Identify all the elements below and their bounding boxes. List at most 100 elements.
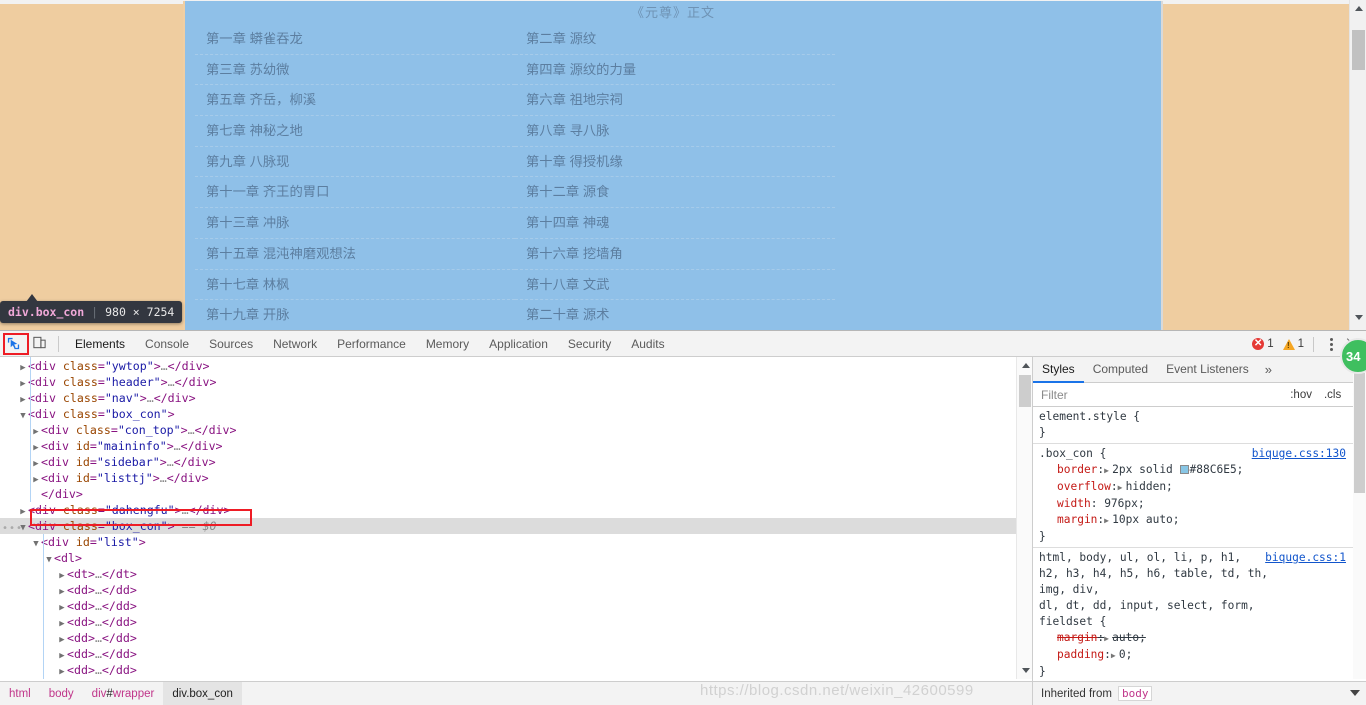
chapter-link[interactable]: 第十二章 源食 bbox=[515, 177, 835, 209]
page-scrollbar-thumb[interactable] bbox=[1352, 30, 1365, 70]
kebab-menu-icon[interactable] bbox=[1323, 337, 1339, 351]
chapter-link[interactable]: 第一章 蟒雀吞龙 bbox=[195, 24, 515, 55]
css-value[interactable]: 2px solid #88C6E5; bbox=[1112, 463, 1243, 476]
dom-node-row[interactable]: </div> bbox=[0, 486, 1032, 502]
dom-node-row[interactable]: <dd>…</dd> bbox=[0, 646, 1032, 662]
device-toolbar-button[interactable] bbox=[26, 332, 52, 356]
chevron-right-icon[interactable] bbox=[57, 664, 67, 679]
css-property[interactable]: margin bbox=[1057, 631, 1097, 644]
tab-console[interactable]: Console bbox=[135, 331, 199, 357]
css-property[interactable]: margin bbox=[1057, 513, 1097, 526]
chapter-link[interactable]: 第八章 寻八脉 bbox=[515, 116, 835, 147]
cls-button[interactable]: .cls bbox=[1318, 389, 1347, 401]
dom-node-row[interactable]: <div id="sidebar">…</div> bbox=[0, 454, 1032, 470]
chapter-link[interactable]: 第七章 神秘之地 bbox=[195, 116, 515, 147]
dom-node-row[interactable]: <dd>…</dd> bbox=[0, 614, 1032, 630]
chapter-link[interactable]: 第十七章 林枫 bbox=[195, 270, 515, 301]
dom-node-row[interactable]: <dd>…</dd> bbox=[0, 662, 1032, 678]
styles-tab-computed[interactable]: Computed bbox=[1084, 357, 1157, 383]
css-property[interactable]: overflow bbox=[1057, 480, 1111, 493]
tab-memory[interactable]: Memory bbox=[416, 331, 479, 357]
expand-shorthand-icon[interactable] bbox=[1104, 513, 1112, 529]
css-declaration[interactable]: padding:0; bbox=[1039, 647, 1366, 664]
styles-scrollbar[interactable] bbox=[1353, 357, 1366, 679]
expand-shorthand-icon[interactable] bbox=[1118, 480, 1126, 496]
css-value[interactable]: auto; bbox=[1112, 631, 1146, 644]
stylesheet-source-link[interactable]: biquge.css:1 bbox=[1265, 550, 1346, 566]
dom-scroll-up-icon[interactable] bbox=[1017, 357, 1032, 374]
chapter-link[interactable]: 第二章 源纹 bbox=[515, 24, 835, 55]
breadcrumb-item[interactable]: html bbox=[0, 682, 40, 705]
chapter-link[interactable]: 第四章 源纹的力量 bbox=[515, 55, 835, 86]
chapter-link[interactable]: 第二十章 源术 bbox=[515, 300, 835, 330]
tab-elements[interactable]: Elements bbox=[65, 331, 135, 357]
dom-scroll-down-icon[interactable] bbox=[1017, 662, 1032, 679]
css-value[interactable]: 0; bbox=[1119, 648, 1132, 661]
expand-shorthand-icon[interactable] bbox=[1104, 463, 1112, 479]
breadcrumb-item[interactable]: div.box_con bbox=[163, 681, 242, 705]
stylesheet-source-link[interactable]: biquge.css:130 bbox=[1252, 446, 1346, 462]
tab-audits[interactable]: Audits bbox=[621, 331, 674, 357]
dom-node-row[interactable]: <div class="header">…</div> bbox=[0, 374, 1032, 390]
css-value[interactable]: 10px auto; bbox=[1112, 513, 1179, 526]
css-property[interactable]: padding bbox=[1057, 648, 1104, 661]
styles-scrollbar-thumb[interactable] bbox=[1354, 373, 1365, 493]
css-property[interactable]: border bbox=[1057, 463, 1097, 476]
dom-node-row[interactable]: <div id="maininfo">…</div> bbox=[0, 438, 1032, 454]
scroll-down-icon[interactable] bbox=[1350, 309, 1366, 326]
css-declaration[interactable]: border:2px solid #88C6E5; bbox=[1039, 462, 1366, 479]
chapter-link[interactable]: 第十八章 文武 bbox=[515, 270, 835, 301]
error-badge[interactable]: ✕ 1 bbox=[1252, 338, 1274, 350]
dom-node-row[interactable]: <dt>…</dt> bbox=[0, 566, 1032, 582]
dom-node-row[interactable]: <div class="box_con"> == $0••• bbox=[0, 518, 1032, 534]
chapter-link[interactable]: 第十九章 开脉 bbox=[195, 300, 515, 330]
dom-node-row[interactable]: <dd>…</dd> bbox=[0, 678, 1032, 679]
expand-shorthand-icon[interactable] bbox=[1111, 648, 1119, 664]
css-selector[interactable]: element.style { bbox=[1039, 409, 1294, 425]
styles-tab-event-listeners[interactable]: Event Listeners bbox=[1157, 357, 1258, 383]
chapter-link[interactable]: 第六章 祖地宗祠 bbox=[515, 85, 835, 117]
tab-security[interactable]: Security bbox=[558, 331, 621, 357]
page-scrollbar[interactable] bbox=[1349, 0, 1366, 330]
dom-node-row[interactable]: <div id="list"> bbox=[0, 534, 1032, 550]
css-declaration[interactable]: width: 976px; bbox=[1039, 496, 1366, 512]
css-selector[interactable]: html, body, ul, ol, li, p, h1, h2, h3, h… bbox=[1039, 550, 1294, 630]
css-property[interactable]: width bbox=[1057, 497, 1091, 510]
dom-node-row[interactable]: <div class="con_top">…</div> bbox=[0, 422, 1032, 438]
scroll-up-icon[interactable] bbox=[1350, 0, 1366, 17]
inherited-source[interactable]: body bbox=[1117, 686, 1153, 701]
tab-application[interactable]: Application bbox=[479, 331, 558, 357]
dom-node-row[interactable]: <dd>…</dd> bbox=[0, 582, 1032, 598]
chapter-link[interactable]: 第十一章 齐王的胃口 bbox=[195, 177, 515, 209]
styles-more-tabs-icon[interactable]: » bbox=[1258, 362, 1279, 377]
chapter-link[interactable]: 第五章 齐岳，柳溪 bbox=[195, 85, 515, 117]
dom-node-row[interactable]: <div id="listtj">…</div> bbox=[0, 470, 1032, 486]
dom-node-row[interactable]: <div class="dahengfu">…</div> bbox=[0, 502, 1032, 518]
dom-node-row[interactable]: <dl> bbox=[0, 550, 1032, 566]
css-declaration[interactable]: margin:auto; bbox=[1039, 630, 1366, 647]
inspect-element-button[interactable] bbox=[0, 332, 26, 356]
expand-shorthand-icon[interactable] bbox=[1104, 631, 1112, 647]
css-declaration[interactable]: margin:10px auto; bbox=[1039, 512, 1366, 529]
dom-node-row[interactable]: <div class="nav">…</div> bbox=[0, 390, 1032, 406]
chapter-link[interactable]: 第十五章 混沌神磨观想法 bbox=[195, 239, 515, 270]
chapter-link[interactable]: 第九章 八脉现 bbox=[195, 147, 515, 178]
dom-node-row[interactable]: <div class="box_con"> bbox=[0, 406, 1032, 422]
chapter-link[interactable]: 第十三章 冲脉 bbox=[195, 208, 515, 239]
styles-tab-styles[interactable]: Styles bbox=[1033, 357, 1084, 383]
dom-node-row[interactable]: <dd>…</dd> bbox=[0, 630, 1032, 646]
dom-node-row[interactable]: <div class="ywtop">…</div> bbox=[0, 358, 1032, 374]
breadcrumb-item[interactable]: div#wrapper bbox=[83, 682, 164, 705]
chapter-link[interactable]: 第十六章 挖墙角 bbox=[515, 239, 835, 270]
css-declaration[interactable]: overflow:hidden; bbox=[1039, 479, 1366, 496]
dom-node-row[interactable]: <dd>…</dd> bbox=[0, 598, 1032, 614]
dom-scrollbar-thumb[interactable] bbox=[1019, 375, 1031, 407]
css-value[interactable]: hidden; bbox=[1126, 480, 1173, 493]
styles-filter-input[interactable] bbox=[1035, 384, 1285, 405]
warning-badge[interactable]: 1 bbox=[1282, 338, 1304, 350]
chapter-link[interactable]: 第十四章 神魂 bbox=[515, 208, 835, 239]
dom-tree[interactable]: <div class="ywtop">…</div> <div class="he… bbox=[0, 357, 1032, 679]
tab-sources[interactable]: Sources bbox=[199, 331, 263, 357]
chapter-link[interactable]: 第三章 苏幼微 bbox=[195, 55, 515, 86]
breadcrumb-item[interactable]: body bbox=[40, 682, 83, 705]
